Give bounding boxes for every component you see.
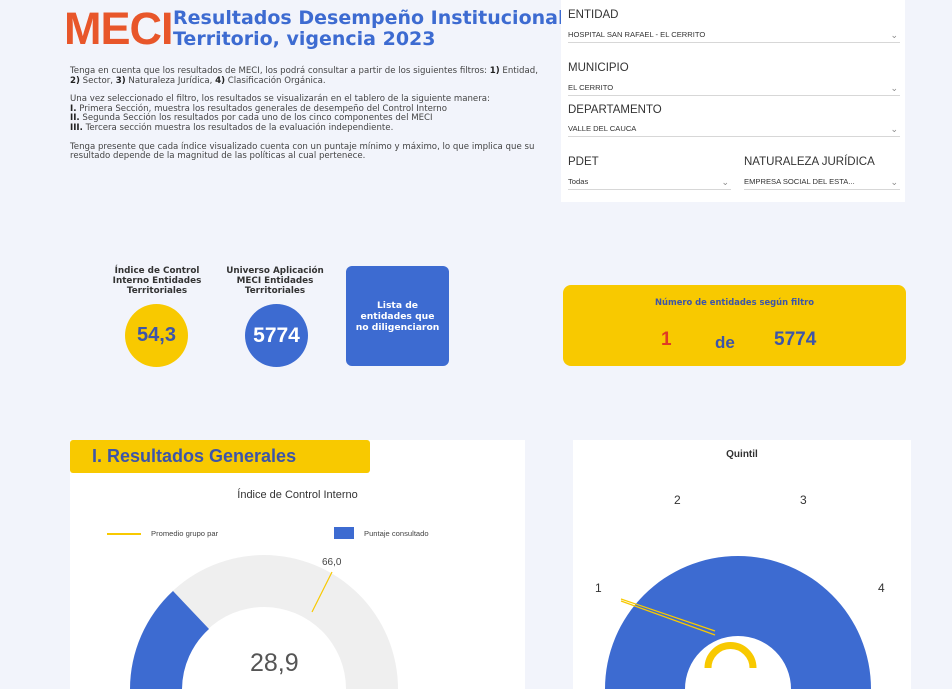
quintil-label-4: 4 [878, 581, 885, 595]
chevron-down-icon: ⌄ [890, 177, 898, 187]
title-line-1: Resultados Desempeño Institucional [173, 7, 565, 29]
naturaleza-label: NATURALEZA JURÍDICA [744, 156, 875, 168]
gauge-score-value: 28,9 [250, 649, 299, 677]
legend-avg-label: Promedio grupo par [151, 529, 219, 538]
lista-entidades-button[interactable]: Lista de entidades que no diligenciaron [346, 266, 449, 366]
universo-label: Universo Aplicación MECI Entidades Terri… [226, 266, 324, 296]
chevron-down-icon: ⌄ [890, 83, 898, 93]
indice-label: Índice de Control Interno Entidades Terr… [112, 266, 202, 296]
chevron-down-icon: ⌄ [721, 177, 729, 187]
municipio-select[interactable]: EL CERRITO ⌄ [568, 81, 900, 96]
legend-score-label: Puntaje consultado [364, 529, 429, 538]
quintil-label-3: 3 [800, 493, 807, 507]
entidad-label: ENTIDAD [568, 9, 619, 21]
quintil-label-2: 2 [674, 493, 681, 507]
quintil-needle-hub [704, 642, 757, 669]
filter-panel: ENTIDAD HOSPITAL SAN RAFAEL - EL CERRITO… [561, 0, 905, 202]
count-separator: de [715, 333, 735, 352]
intro-text: Tenga en cuenta que los resultados de ME… [70, 66, 540, 171]
departamento-label: DEPARTAMENTO [568, 104, 662, 116]
indice-value: 54,3 [137, 324, 176, 346]
departamento-select[interactable]: VALLE DEL CAUCA ⌄ [568, 122, 900, 137]
meci-logo: MECI [64, 3, 173, 54]
universo-value-badge: 5774 [245, 304, 308, 367]
quintil-arc [605, 556, 871, 689]
pdet-label: PDET [568, 156, 599, 168]
naturaleza-select[interactable]: EMPRESA SOCIAL DEL ESTA... ⌄ [744, 175, 900, 190]
legend-score-swatch [334, 527, 354, 539]
municipio-label: MUNICIPIO [568, 62, 629, 74]
chevron-down-icon: ⌄ [890, 124, 898, 134]
quintil-title: Quintil [726, 449, 758, 460]
gauge-title: Índice de Control Interno [237, 489, 358, 501]
entity-count-card: Número de entidades según filtro 1 de 57… [563, 285, 906, 366]
section-title: I. Resultados Generales [70, 440, 370, 473]
quintil-gauge [605, 556, 871, 689]
intro-paragraph-3: Tenga presente que cada índice visualiza… [70, 141, 535, 162]
count-title: Número de entidades según filtro [655, 297, 814, 307]
legend-avg-swatch [107, 533, 141, 535]
count-selected: 1 [661, 329, 672, 350]
title-line-2: Territorio, vigencia 2023 [173, 28, 436, 50]
quintil-label-1: 1 [595, 581, 602, 595]
intro-paragraph-2: Una vez seleccionado el filtro, los resu… [70, 94, 490, 133]
count-total: 5774 [774, 329, 817, 350]
gauge-avg-value: 66,0 [322, 557, 342, 568]
universo-value: 5774 [253, 323, 300, 347]
indice-value-badge: 54,3 [125, 304, 188, 367]
pdet-select[interactable]: Todas ⌄ [568, 175, 731, 190]
page-title: Resultados Desempeño Institucional Terri… [173, 8, 564, 50]
entidad-select[interactable]: HOSPITAL SAN RAFAEL - EL CERRITO ⌄ [568, 28, 900, 43]
intro-paragraph-1: Tenga en cuenta que los resultados de ME… [70, 66, 538, 86]
chevron-down-icon: ⌄ [890, 30, 898, 40]
